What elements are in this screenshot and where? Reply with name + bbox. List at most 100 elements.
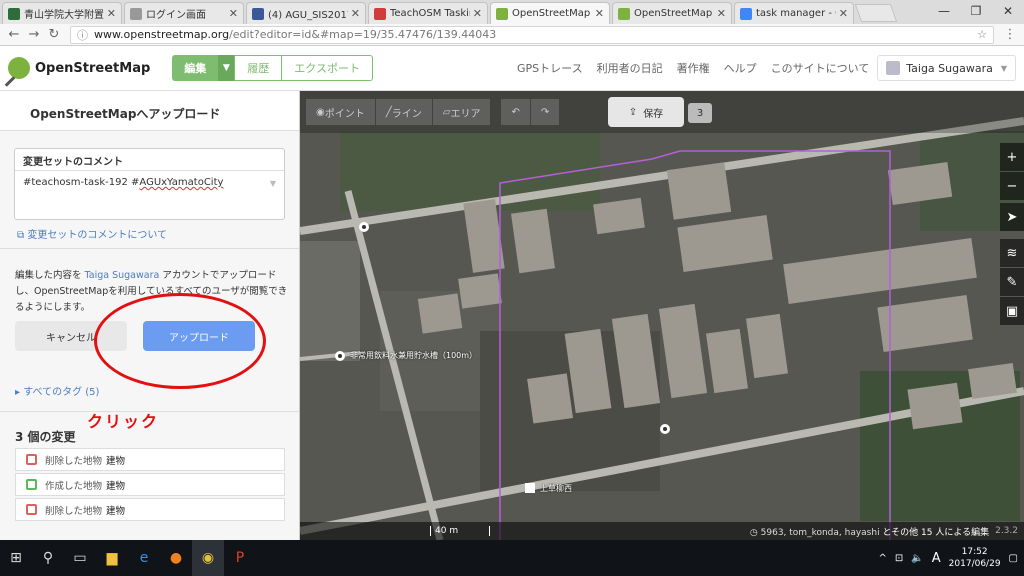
- network-icon[interactable]: ⊡: [895, 553, 903, 564]
- close-tab-icon[interactable]: ✕: [595, 7, 604, 20]
- map-view[interactable]: 非常用飲料水兼用貯水槽（100m） 上草柳西 ◉ ポイント ╱ ライン ▱ エリ…: [300, 91, 1024, 540]
- comment-text-a: #teachosm-task-192 #: [23, 177, 140, 188]
- undo-button[interactable]: ↶: [501, 99, 530, 125]
- edge-icon[interactable]: e: [128, 540, 160, 576]
- change-item[interactable]: 作成した地物 建物: [15, 473, 285, 496]
- attribution-others[interactable]: とその他 15 人による編集: [882, 528, 989, 538]
- zoom-out-icon[interactable]: −: [1000, 172, 1024, 200]
- comment-dropdown-icon[interactable]: ▼: [270, 179, 276, 188]
- close-window-icon[interactable]: ✕: [992, 0, 1024, 22]
- browser-tab[interactable]: TeachOSM Taskin ✕: [368, 2, 488, 24]
- add-area-button[interactable]: ▱ エリア: [432, 99, 491, 125]
- browser-tab[interactable]: OpenStreetMap ✕: [490, 2, 610, 24]
- osm-magnifier-icon: [8, 57, 30, 79]
- desc-part-a: 編集した内容を: [15, 270, 85, 281]
- add-line-button[interactable]: ╱ ライン: [375, 99, 432, 125]
- save-button[interactable]: ⇪ 保存: [608, 97, 684, 127]
- ime-indicator[interactable]: A: [932, 551, 941, 566]
- G-favicon-icon: [740, 7, 752, 20]
- zoom-in-icon[interactable]: +: [1000, 143, 1024, 171]
- tab-title: OpenStreetMap: [634, 8, 713, 19]
- nav-about[interactable]: このサイトについて: [771, 60, 870, 76]
- maximize-icon[interactable]: ❐: [960, 0, 992, 22]
- desc-user-link[interactable]: Taiga Sugawara: [85, 270, 160, 281]
- browser-tab[interactable]: ログイン画面 ✕: [124, 2, 244, 24]
- add-point-button[interactable]: ◉ ポイント: [306, 99, 375, 125]
- all-tags-label: すべてのタグ (5): [23, 387, 100, 398]
- change-feature-type: 建物: [106, 455, 126, 467]
- layers-icon[interactable]: ≋: [1000, 239, 1024, 267]
- nav-copyright[interactable]: 著作権: [677, 60, 710, 76]
- firefox-icon[interactable]: ●: [160, 540, 192, 576]
- close-tab-icon[interactable]: ✕: [229, 7, 238, 20]
- comment-label: 変更セットのコメント: [15, 149, 284, 171]
- nav-help[interactable]: ヘルプ: [724, 60, 757, 76]
- browser-tab[interactable]: OpenStreetMap ✕: [612, 2, 732, 24]
- nav-diaries[interactable]: 利用者の日記: [597, 60, 663, 76]
- tab-title: ログイン画面: [146, 10, 206, 21]
- powerpoint-icon[interactable]: P: [224, 540, 256, 576]
- redo-button[interactable]: ↷: [530, 99, 560, 125]
- logo-text: OpenStreetMap: [35, 60, 151, 76]
- window-controls: — ❐ ✕: [928, 0, 1024, 22]
- AIM-favicon-icon: [8, 7, 20, 20]
- edit-button-group: 編集 ▼ 履歴 エクスポート: [172, 55, 373, 81]
- change-item[interactable]: 削除した地物 建物: [15, 498, 285, 521]
- all-tags-toggle[interactable]: ▸ すべてのタグ (5): [15, 383, 99, 398]
- info-icon[interactable]: ⓘ: [77, 27, 88, 43]
- poi-label: 非常用飲料水兼用貯水槽（100m）: [350, 351, 478, 360]
- url-input[interactable]: ⓘ www.openstreetmap.org /edit?editor=id&…: [70, 25, 994, 44]
- windows-start-icon[interactable]: ⊞: [0, 540, 32, 576]
- history-button[interactable]: 履歴: [234, 55, 283, 81]
- file-explorer-icon[interactable]: ▆: [96, 540, 128, 576]
- close-tab-icon[interactable]: ✕: [107, 7, 116, 20]
- bookmark-star-icon[interactable]: ☆: [977, 28, 987, 41]
- clock-date: 2017/06/29: [948, 559, 1001, 569]
- issues-icon[interactable]: ▣: [1000, 297, 1024, 325]
- chrome-icon[interactable]: ◉: [192, 540, 224, 576]
- volume-icon[interactable]: 🔈: [911, 553, 923, 564]
- tray-expand-icon[interactable]: ^: [879, 553, 887, 564]
- new-tab-button[interactable]: [854, 4, 898, 22]
- edit-dropdown-icon[interactable]: ▼: [218, 55, 235, 81]
- close-tab-icon[interactable]: ✕: [839, 7, 848, 20]
- clock[interactable]: 17:52 2017/06/29: [949, 546, 1001, 570]
- map-data-icon[interactable]: ✎: [1000, 268, 1024, 296]
- change-item[interactable]: 削除した地物 建物: [15, 448, 285, 471]
- forward-icon[interactable]: →: [24, 27, 44, 42]
- search-icon[interactable]: ⚲: [32, 540, 64, 576]
- geolocate-icon[interactable]: ➤: [1000, 203, 1024, 231]
- back-icon[interactable]: ←: [4, 27, 24, 42]
- tab-title: TeachOSM Taskin: [390, 8, 470, 19]
- avatar: [886, 61, 901, 75]
- browser-tab-strip: 青山学院大学附置✕ログイン画面✕(4) AGU_SIS2017部✕TeachOS…: [0, 0, 1024, 24]
- change-status-icon: [26, 454, 37, 465]
- user-name: Taiga Sugawara: [906, 61, 993, 75]
- menu-icon[interactable]: ⋮: [1000, 27, 1020, 42]
- tab-title: (4) AGU_SIS2017部: [268, 10, 348, 21]
- comment-box: 変更セットのコメント #teachosm-task-192 #AGUxYamat…: [14, 148, 285, 220]
- panel-title: OpenStreetMapへアップロード: [0, 91, 299, 131]
- attribution-users[interactable]: 5963, tom_konda, hayashi: [761, 528, 880, 538]
- browser-tab[interactable]: (4) AGU_SIS2017部✕: [246, 2, 366, 24]
- browser-tab[interactable]: task manager - Go✕: [734, 2, 854, 24]
- close-tab-icon[interactable]: ✕: [717, 7, 726, 20]
- notification-icon[interactable]: ▢: [1009, 553, 1018, 564]
- minimize-icon[interactable]: —: [928, 0, 960, 22]
- doc-favicon-icon: [130, 7, 142, 20]
- nav-gps-traces[interactable]: GPSトレース: [517, 60, 583, 76]
- reload-icon[interactable]: ↻: [44, 27, 64, 42]
- task-view-icon[interactable]: ▭: [64, 540, 96, 576]
- windows-taskbar: ⊞ ⚲ ▭ ▆ e ● ◉ P ^ ⊡ 🔈 A 17:52 2017/06/29 …: [0, 540, 1024, 576]
- about-comment-link[interactable]: ⧉ 変更セットのコメントについて: [17, 226, 167, 241]
- close-tab-icon[interactable]: ✕: [473, 7, 482, 20]
- close-tab-icon[interactable]: ✕: [351, 7, 360, 20]
- edit-button[interactable]: 編集: [172, 55, 219, 81]
- clock-time: 17:52: [961, 547, 988, 557]
- osm-logo[interactable]: OpenStreetMap: [8, 57, 150, 79]
- export-button[interactable]: エクスポート: [282, 55, 373, 81]
- comment-textarea[interactable]: #teachosm-task-192 #AGUxYamatoCity: [15, 171, 284, 194]
- change-feature-type: 建物: [106, 480, 126, 492]
- user-menu[interactable]: Taiga Sugawara ▼: [877, 55, 1016, 81]
- browser-tab[interactable]: 青山学院大学附置 ✕: [2, 2, 122, 24]
